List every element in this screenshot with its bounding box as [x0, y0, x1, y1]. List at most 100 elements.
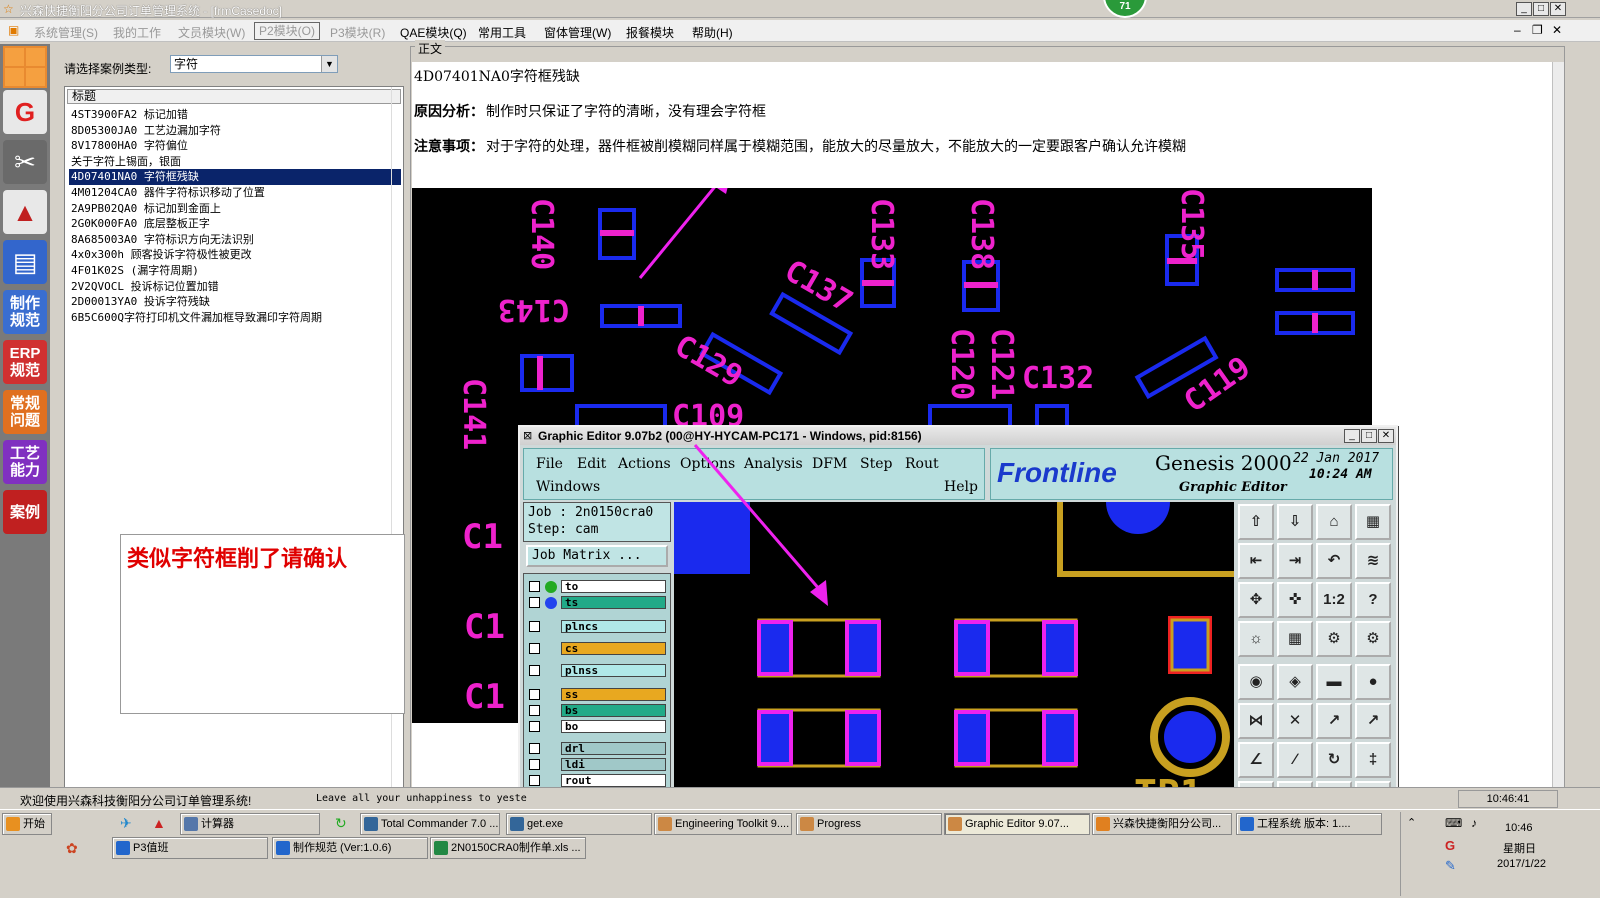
ge-tool-button[interactable]: ⇧: [1238, 504, 1274, 540]
layer-checkbox[interactable]: [529, 621, 540, 632]
ge-layer-row[interactable]: bs: [527, 704, 667, 718]
cases-button[interactable]: 案例: [3, 490, 47, 534]
ge-tool-button[interactable]: ≋: [1355, 543, 1391, 579]
taskbar-item[interactable]: 2N0150CRA0制作单.xls ...: [430, 837, 586, 859]
ge-layer-row[interactable]: cs: [527, 642, 667, 656]
save-button[interactable]: ▤: [3, 240, 47, 284]
volume-icon[interactable]: ♪: [1471, 816, 1477, 830]
taskbar-item[interactable]: get.exe: [506, 813, 652, 835]
ge-layer-row[interactable]: rout: [527, 774, 667, 788]
mdi-restore-button[interactable]: ❐: [1532, 23, 1543, 37]
ge-tool-button[interactable]: ▦: [1277, 621, 1313, 657]
ge-tool-button[interactable]: ↶: [1316, 543, 1352, 579]
ge-tool-button[interactable]: ⋈: [1238, 703, 1274, 739]
menu-tools[interactable]: 常用工具: [478, 24, 526, 41]
list-item[interactable]: 8V17800HA0 字符偏位: [69, 138, 401, 154]
ge-tool-button[interactable]: ▬: [1316, 664, 1352, 700]
ge-layer-row[interactable]: ss: [527, 688, 667, 702]
ge-menu-step[interactable]: Step: [860, 456, 892, 472]
list-item[interactable]: 2A9PB02QA0 标记加到金面上: [69, 201, 401, 217]
layer-checkbox[interactable]: [529, 721, 540, 732]
taskbar-item[interactable]: Engineering Toolkit 9....: [654, 813, 792, 835]
layer-checkbox[interactable]: [529, 665, 540, 676]
mdi-minimize-button[interactable]: –: [1514, 23, 1521, 37]
list-item[interactable]: 2G0K000FA0 底层整板正字: [69, 216, 401, 232]
ge-tool-button[interactable]: ↗: [1316, 703, 1352, 739]
list-item[interactable]: 4ST3900FA2 标记加错: [69, 107, 401, 123]
ge-tool-button[interactable]: ✜: [1277, 582, 1313, 618]
layer-name[interactable]: rout: [561, 774, 666, 787]
menu-clerk[interactable]: 文员模块(W): [178, 24, 245, 41]
ge-tool-button[interactable]: ∕: [1277, 742, 1313, 778]
job-matrix-button[interactable]: Job Matrix ...: [526, 545, 668, 567]
layer-checkbox[interactable]: [529, 743, 540, 754]
ge-tool-button[interactable]: ⚙: [1316, 621, 1352, 657]
minimize-button[interactable]: _: [1516, 2, 1532, 16]
chevron-down-icon[interactable]: ▼: [321, 56, 337, 72]
mdi-close-button[interactable]: ✕: [1552, 23, 1562, 37]
ime-icon[interactable]: ✎: [1445, 858, 1456, 874]
list-item[interactable]: 关于字符上锡面，银面: [69, 154, 401, 170]
close-button[interactable]: ✕: [1550, 2, 1566, 16]
spec-button[interactable]: 制作规范: [3, 290, 47, 334]
layer-name[interactable]: ts: [561, 596, 666, 609]
menu-help[interactable]: 帮助(H): [692, 24, 733, 41]
layer-checkbox[interactable]: [529, 775, 540, 786]
color-icon[interactable]: ✿: [66, 840, 78, 857]
ge-menu-help[interactable]: Help: [944, 479, 978, 495]
ge-tool-button[interactable]: ✥: [1238, 582, 1274, 618]
ge-tool-button[interactable]: ◉: [1238, 664, 1274, 700]
ge-menu-actions[interactable]: Actions: [618, 456, 671, 472]
list-header-title[interactable]: 标题: [67, 89, 401, 104]
app-menu-icon[interactable]: ▣: [8, 23, 19, 37]
list-item[interactable]: 2V2QVOCL 投诉标记位置加错: [69, 279, 401, 295]
ge-tool-button[interactable]: ●: [1355, 664, 1391, 700]
ge-tool-button[interactable]: ⇥: [1277, 543, 1313, 579]
ge-layer-row[interactable]: ts: [527, 596, 667, 610]
content-scrollbar[interactable]: [1552, 62, 1564, 792]
layer-name[interactable]: ss: [561, 688, 666, 701]
case-type-select[interactable]: 字符 ▼: [170, 55, 338, 73]
layer-name[interactable]: bs: [561, 704, 666, 717]
app-g-button[interactable]: G: [3, 90, 47, 134]
tray-clock[interactable]: 10:46: [1505, 822, 1533, 834]
ge-tool-button[interactable]: ⚙: [1355, 621, 1391, 657]
common-issues-button[interactable]: 常规问题: [3, 390, 47, 434]
list-item[interactable]: 4F01K02S (漏字符周期): [69, 263, 401, 279]
taskbar-item[interactable]: Progress: [796, 813, 942, 835]
quicklaunch-icon[interactable]: ✈: [120, 815, 132, 832]
ge-maximize-button[interactable]: □: [1361, 429, 1377, 443]
ge-layer-row[interactable]: to: [527, 580, 667, 594]
ge-tool-button[interactable]: ⌂: [1316, 504, 1352, 540]
network-icon[interactable]: ⌨: [1445, 816, 1462, 830]
layer-name[interactable]: cs: [561, 642, 666, 655]
erp-spec-button[interactable]: ERP规范: [3, 340, 47, 384]
list-item[interactable]: 4D07401NA0 字符框残缺: [69, 169, 401, 186]
layer-checkbox[interactable]: [529, 759, 540, 770]
ge-tool-button[interactable]: ◈: [1277, 664, 1313, 700]
tray-expand-icon[interactable]: ⌃: [1407, 816, 1416, 829]
ge-minimize-button[interactable]: _: [1344, 429, 1360, 443]
ge-tool-button[interactable]: ∠: [1238, 742, 1274, 778]
list-item[interactable]: 8A685003A0 字符标识方向无法识别: [69, 232, 401, 248]
ge-tool-button[interactable]: ⇩: [1277, 504, 1313, 540]
list-item[interactable]: 4x0x300h 顾客投诉字符极性被更改: [69, 247, 401, 263]
layer-name[interactable]: plncs: [561, 620, 666, 633]
app-tray-icon[interactable]: G: [1445, 838, 1455, 853]
maximize-button[interactable]: □: [1533, 2, 1549, 16]
layout-toggle-icon[interactable]: [3, 46, 47, 88]
ge-layer-row[interactable]: plnss: [527, 664, 667, 678]
ge-tool-button[interactable]: ‡: [1355, 742, 1391, 778]
menu-p2[interactable]: P2模块(O): [254, 22, 321, 40]
ge-tool-button[interactable]: ⇤: [1238, 543, 1274, 579]
ge-layer-row[interactable]: ldi: [527, 758, 667, 772]
ge-close-button[interactable]: ✕: [1378, 429, 1394, 443]
ge-tool-button[interactable]: ☼: [1238, 621, 1274, 657]
ge-layer-row[interactable]: bo: [527, 720, 667, 734]
start-button[interactable]: 开始: [2, 813, 52, 835]
ge-tool-button[interactable]: ▦: [1355, 504, 1391, 540]
layer-name[interactable]: drl: [561, 742, 666, 755]
layer-checkbox[interactable]: [529, 705, 540, 716]
layer-checkbox[interactable]: [529, 597, 540, 608]
menu-meal[interactable]: 报餐模块: [626, 24, 674, 41]
